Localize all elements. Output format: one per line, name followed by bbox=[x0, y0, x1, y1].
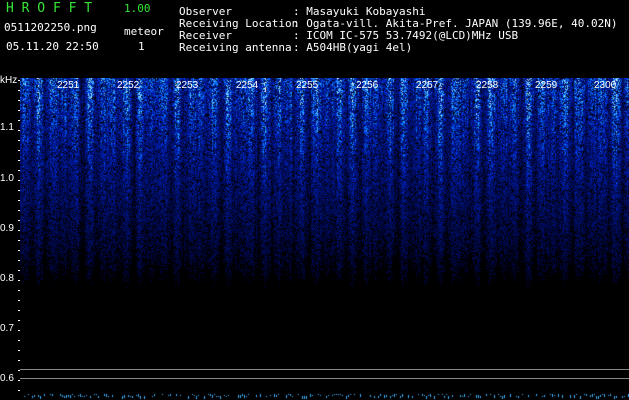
y-tick-label-0.6: 0.6 bbox=[0, 373, 14, 384]
y-tick-label-0.8: 0.8 bbox=[0, 273, 14, 284]
y-axis-unit: kHz bbox=[0, 75, 18, 86]
y-tick-label-0.9: 0.9 bbox=[0, 223, 14, 234]
time-label-2253: 2253 bbox=[176, 80, 199, 91]
time-label-2252: 2252 bbox=[117, 80, 140, 91]
spectrogram-canvas bbox=[20, 78, 629, 400]
time-label-2259: 2259 bbox=[535, 80, 558, 91]
meteor-label: meteor bbox=[124, 25, 164, 38]
time-label-2300: 2300 bbox=[594, 80, 617, 91]
time-label-2254: 2254 bbox=[236, 80, 259, 91]
time-label-2257: 2257 bbox=[416, 80, 439, 91]
meteor-count: 1 bbox=[138, 40, 145, 53]
y-tick-label-1.0: 1.0 bbox=[0, 173, 14, 184]
time-label-2251: 2251 bbox=[57, 80, 80, 91]
file-name: 0511202250.png bbox=[4, 21, 97, 34]
baseline-line-upper bbox=[20, 369, 629, 370]
baseline-line-lower bbox=[20, 378, 629, 379]
time-label-2255: 2255 bbox=[296, 80, 319, 91]
y-tick-label-0.7: 0.7 bbox=[0, 323, 14, 334]
antenna-value: : A504HB(yagi 4el) bbox=[293, 41, 413, 54]
datetime: 05.11.20 22:50 bbox=[6, 40, 99, 53]
time-label-2256: 2256 bbox=[356, 80, 379, 91]
antenna-label: Receiving antenna bbox=[179, 41, 292, 54]
y-tick-label-1.1: 1.1 bbox=[0, 122, 14, 133]
time-label-2258: 2258 bbox=[476, 80, 499, 91]
header-panel: H R O F F T 1.00 0511202250.png meteor 0… bbox=[0, 0, 629, 78]
app-version: 1.00 bbox=[124, 2, 151, 15]
app-title: H R O F F T bbox=[6, 1, 93, 16]
